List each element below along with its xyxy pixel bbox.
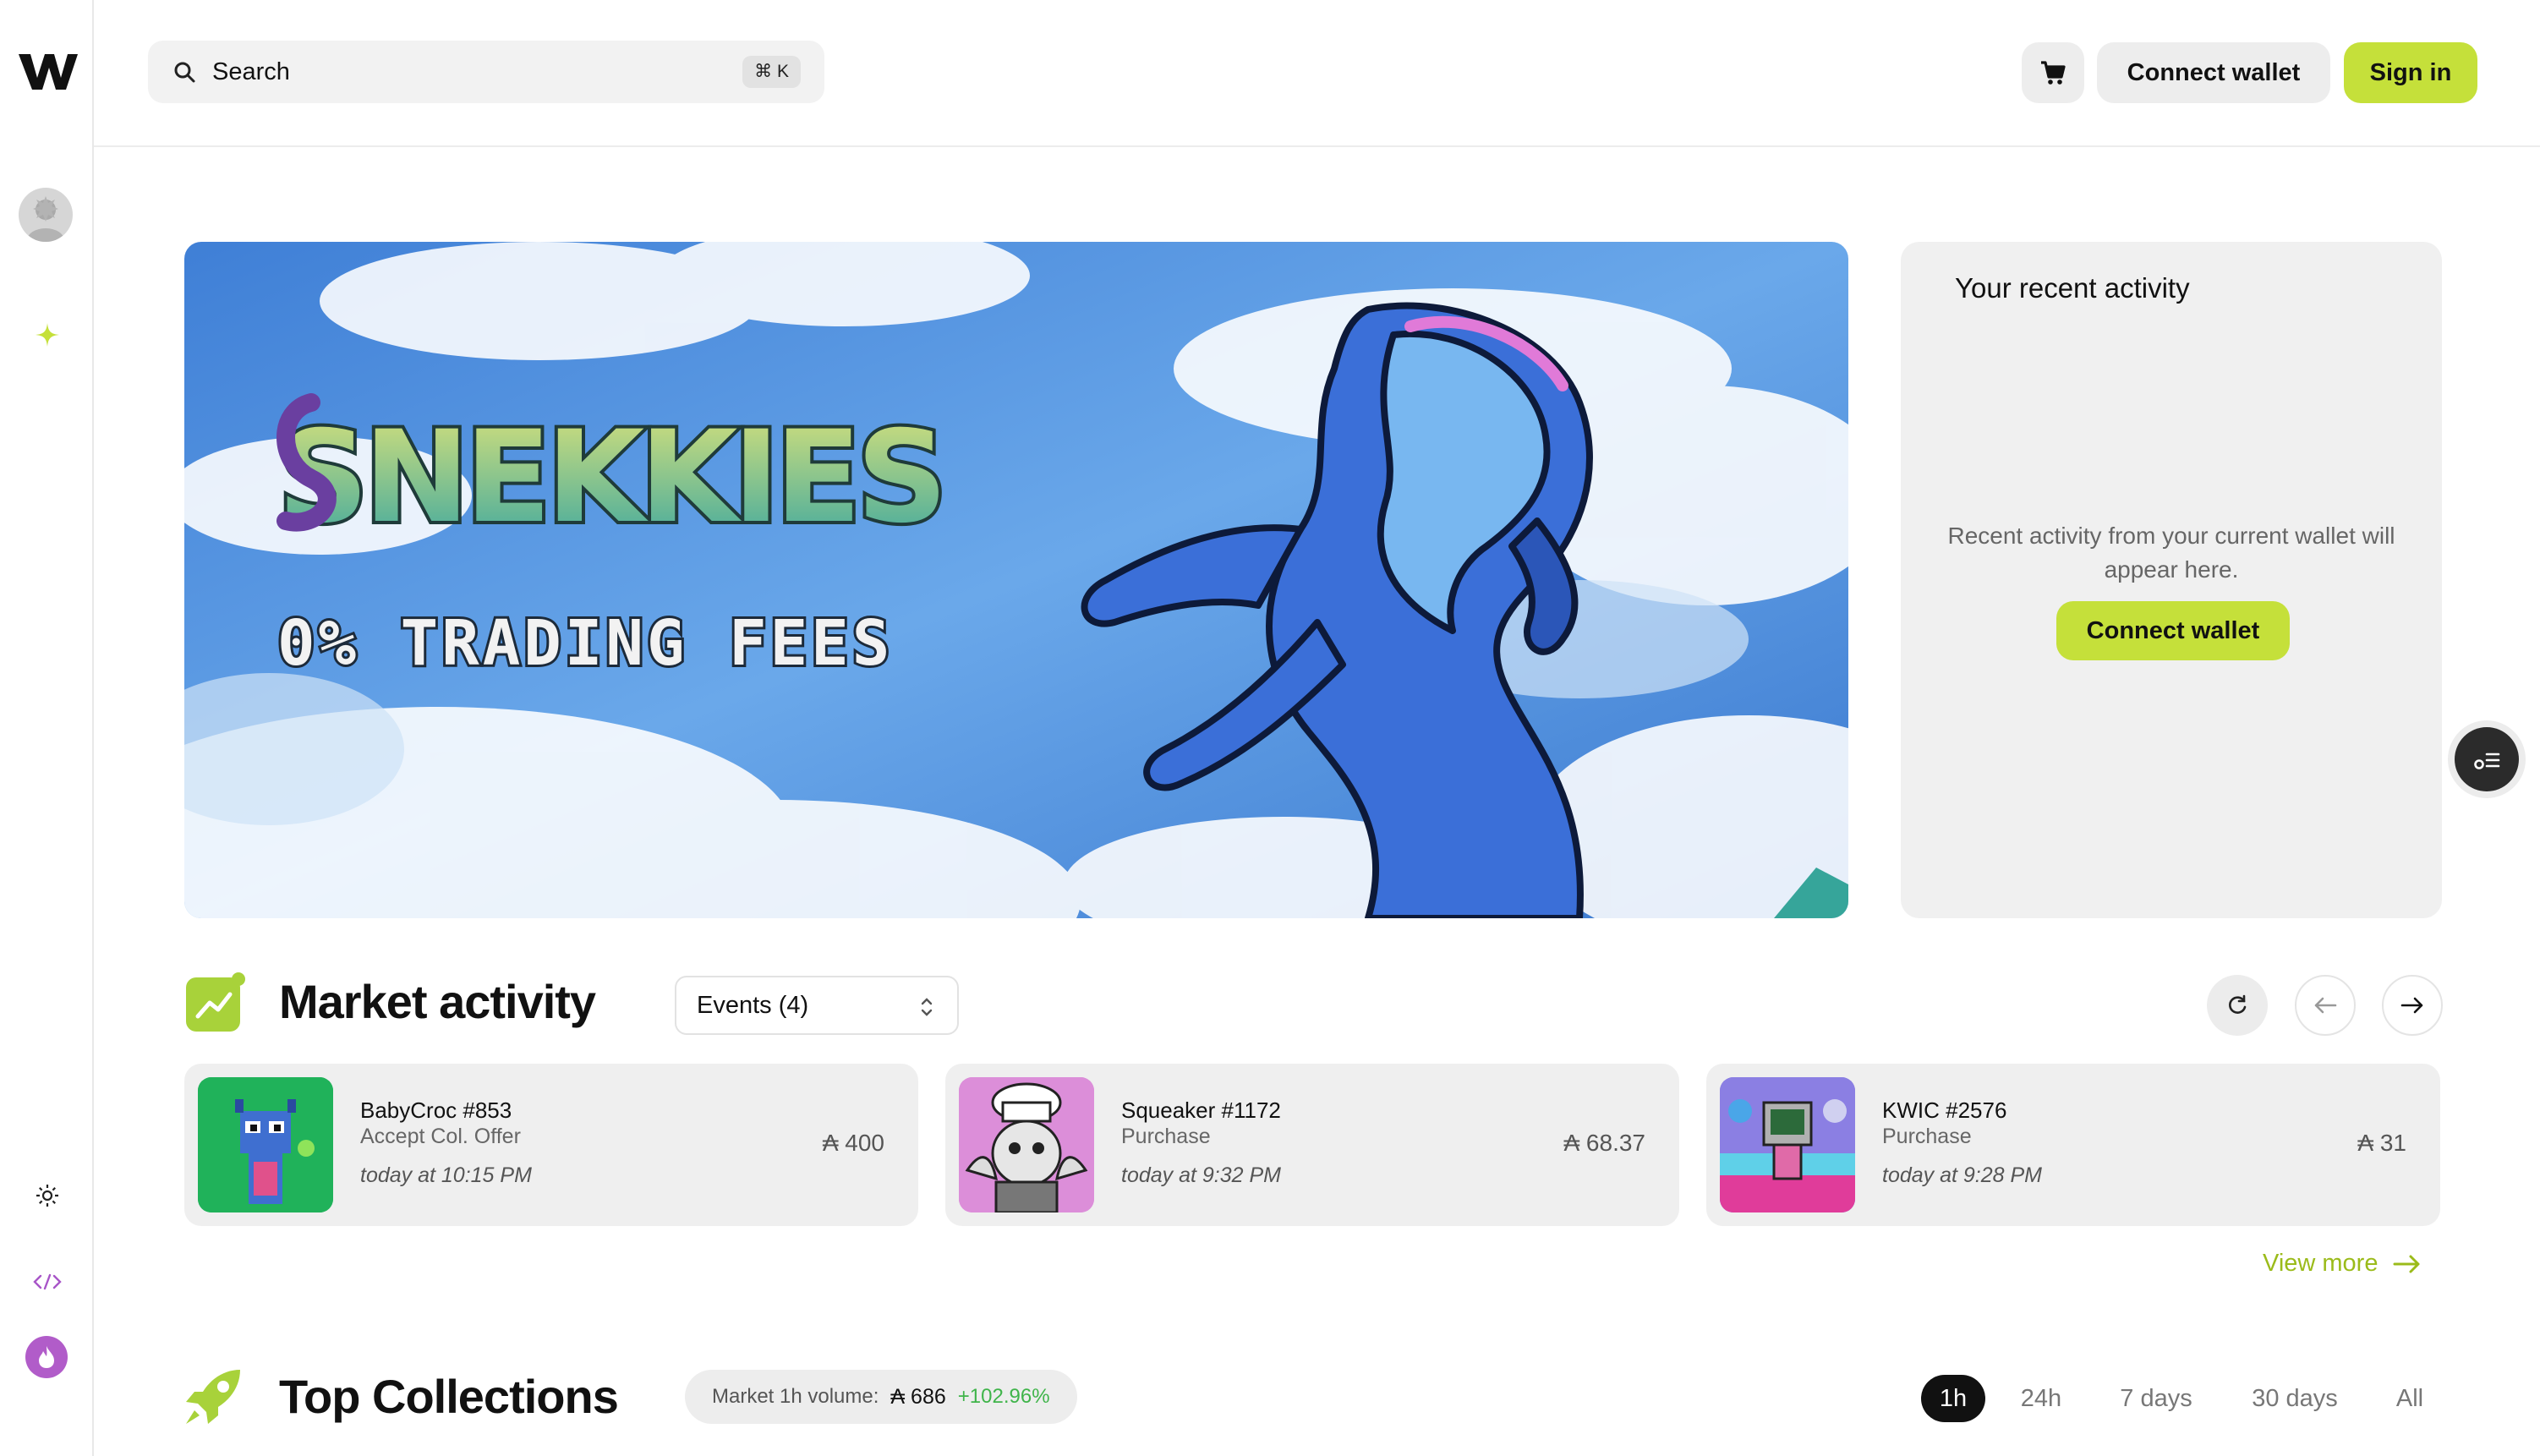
top-header: ⌘ K Connect wallet Sign in	[94, 0, 2540, 147]
activity-price: ₳ 68.37	[1563, 1130, 1645, 1156]
code-icon[interactable]	[30, 1268, 64, 1295]
volume-value: ₳ 686	[890, 1384, 946, 1409]
activity-price: ₳ 31	[2357, 1130, 2406, 1156]
activity-price: ₳ 400	[822, 1130, 884, 1156]
nft-name: BabyCroc #853	[360, 1097, 512, 1123]
user-avatar[interactable]	[19, 188, 73, 242]
volume-change: +102.96%	[957, 1385, 1050, 1408]
market-activity-title: Market activity	[279, 975, 596, 1028]
cart-icon	[2041, 61, 2066, 85]
banner-tagline: 0% TRADING FEES	[277, 607, 893, 680]
theme-toggle-icon[interactable]	[32, 1180, 63, 1211]
view-more-label: View more	[2263, 1250, 2379, 1277]
nft-name: KWIC #2576	[1882, 1097, 2007, 1123]
tab-24h[interactable]: 24h	[2009, 1375, 2073, 1422]
toggle-list-icon	[2474, 753, 2500, 769]
activity-type: Accept Col. Offer	[360, 1125, 521, 1148]
activity-time: today at 9:28 PM	[1882, 1163, 2043, 1187]
arrow-right-icon	[2393, 1255, 2420, 1273]
promo-banner[interactable]: SNEKKIES 0% TRADING FEES	[184, 242, 1848, 918]
activity-type: Purchase	[1121, 1125, 1211, 1148]
nft-thumbnail	[959, 1077, 1094, 1212]
recent-activity-title: Your recent activity	[1955, 272, 2190, 304]
app-logo[interactable]	[17, 49, 79, 95]
tab-7-days[interactable]: 7 days	[2105, 1375, 2207, 1422]
nft-name: Squeaker #1172	[1121, 1097, 1281, 1123]
volume-label: Market 1h volume:	[712, 1385, 879, 1408]
next-page-button[interactable]	[2382, 975, 2443, 1036]
settings-toggle-button[interactable]	[2455, 727, 2519, 791]
sidebar	[0, 0, 94, 1456]
recent-activity-message: Recent activity from your current wallet…	[1947, 523, 2395, 583]
activity-type: Purchase	[1882, 1125, 1972, 1148]
search-bar[interactable]: ⌘ K	[148, 41, 824, 103]
cart-button[interactable]	[2022, 42, 2084, 103]
view-more-link[interactable]: View more	[2263, 1250, 2422, 1278]
arrow-right-icon	[2400, 997, 2423, 1014]
search-shortcut-badge: ⌘ K	[742, 56, 801, 88]
sparkle-icon[interactable]	[32, 320, 63, 350]
prev-page-button[interactable]	[2295, 975, 2356, 1036]
tab-all[interactable]: All	[2384, 1375, 2435, 1422]
sign-in-button[interactable]: Sign in	[2344, 42, 2477, 103]
refresh-button[interactable]	[2207, 975, 2268, 1036]
nft-thumbnail	[1720, 1077, 1855, 1212]
chevron-updown-icon	[921, 998, 933, 1016]
market-activity-icon	[186, 972, 245, 1032]
nft-thumbnail	[198, 1077, 333, 1212]
tab-1h[interactable]: 1h	[1921, 1375, 1985, 1422]
market-volume-badge: Market 1h volume: ₳ 686 +102.96%	[685, 1370, 1077, 1424]
connect-wallet-button[interactable]: Connect wallet	[2097, 42, 2330, 103]
search-icon	[174, 62, 195, 83]
events-filter-label: Events (4)	[697, 991, 809, 1019]
recent-connect-wallet-button[interactable]: Connect wallet	[2056, 601, 2290, 660]
refresh-icon	[2229, 994, 2247, 1014]
top-collections-title: Top Collections	[279, 1370, 619, 1423]
arrow-left-icon	[2314, 997, 2337, 1014]
flame-icon[interactable]	[25, 1336, 68, 1378]
activity-card[interactable]: Squeaker #1172 Purchase today at 9:32 PM…	[945, 1064, 1679, 1226]
recent-activity-panel: Your recent activity Recent activity fro…	[1901, 242, 2442, 918]
rocket-icon	[186, 1370, 240, 1424]
tab-30-days[interactable]: 30 days	[2237, 1375, 2352, 1422]
events-filter-select[interactable]: Events (4)	[675, 976, 959, 1035]
search-input[interactable]	[212, 57, 720, 86]
activity-card[interactable]: KWIC #2576 Purchase today at 9:28 PM ₳ 3…	[1706, 1064, 2440, 1226]
banner-logo-text: SNEKKIES	[277, 404, 943, 551]
activity-time: today at 10:15 PM	[360, 1163, 532, 1187]
activity-card[interactable]: BabyCroc #853 Accept Col. Offer today at…	[184, 1064, 918, 1226]
activity-time: today at 9:32 PM	[1121, 1163, 1282, 1187]
